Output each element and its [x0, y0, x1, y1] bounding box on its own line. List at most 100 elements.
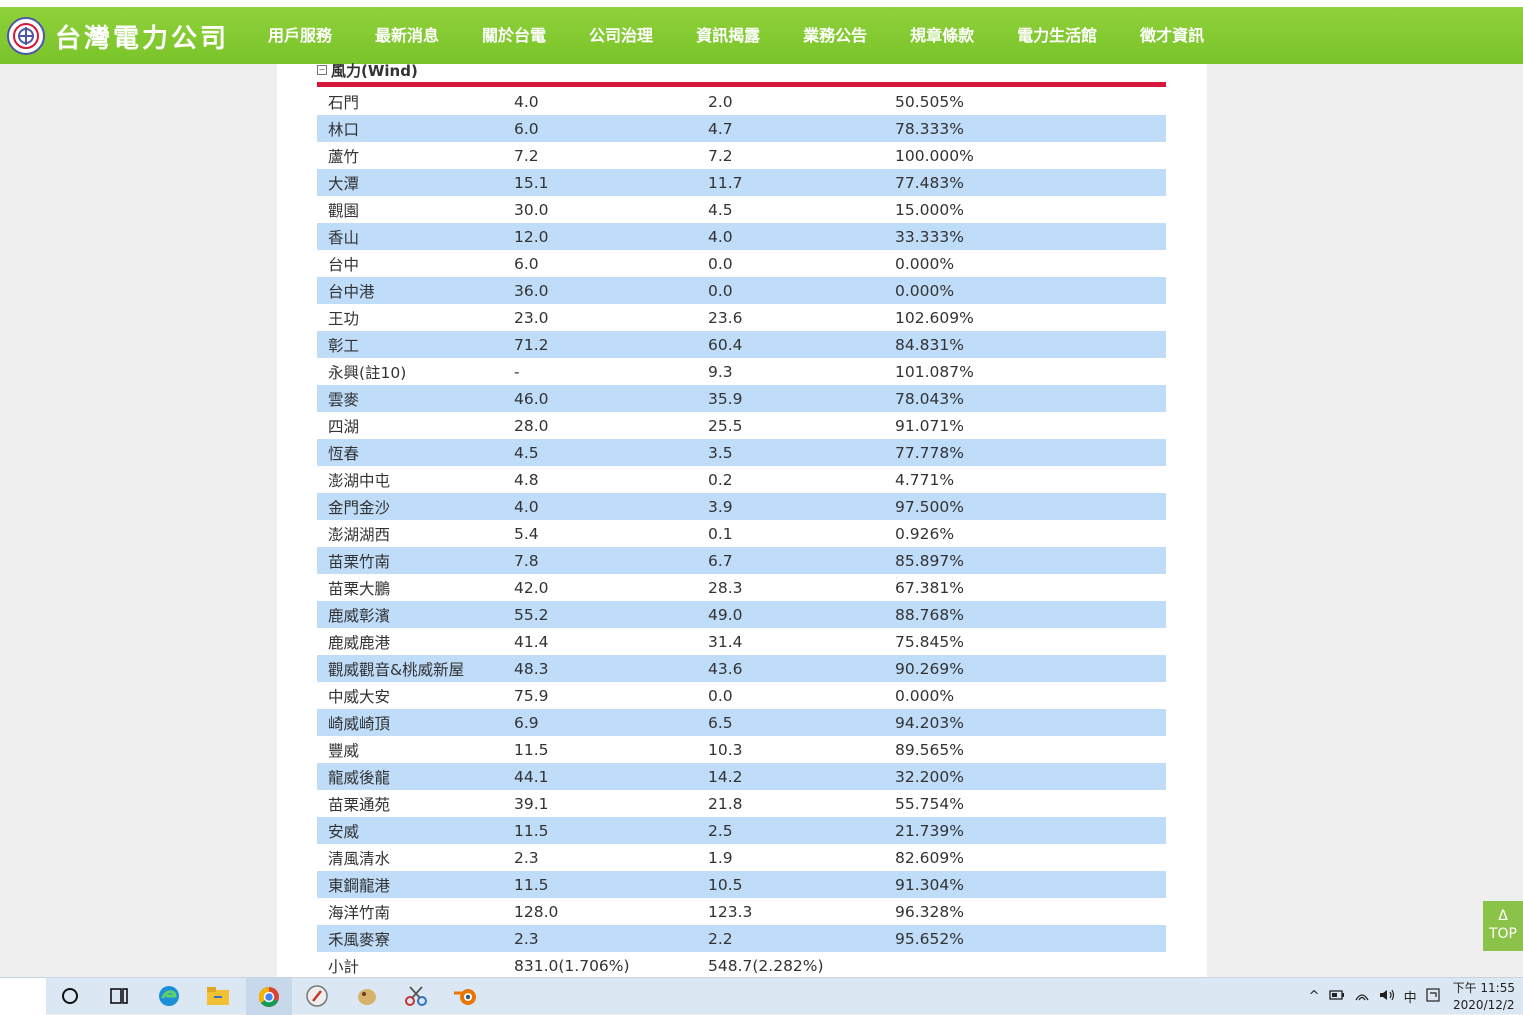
table-row: 大潭 15.1 11.7 77.483% [317, 169, 1166, 196]
site-logo[interactable]: 台灣電力公司 [7, 15, 229, 57]
taipower-emblem-icon [7, 17, 45, 55]
station-name-cell: 林口 [328, 120, 360, 139]
table-row: 澎湖中屯 4.8 0.2 4.771% [317, 466, 1166, 493]
nav-item-4[interactable]: 公司治理 [589, 7, 653, 64]
capacity-cell: 36.0 [514, 281, 549, 300]
ratio-cell: 88.768% [895, 605, 964, 624]
start-button[interactable] [0, 978, 46, 1015]
nav-item-6[interactable]: 業務公告 [803, 7, 867, 64]
generation-cell: 0.0 [708, 254, 733, 273]
capacity-cell: 128.0 [514, 902, 559, 921]
tray-chevron-icon[interactable]: ^ [1309, 989, 1320, 1004]
generation-cell: 49.0 [708, 605, 743, 624]
capacity-cell: 48.3 [514, 659, 549, 678]
generation-cell: 60.4 [708, 335, 743, 354]
generation-cell: 2.5 [708, 821, 733, 840]
table-row: 觀園 30.0 4.5 15.000% [317, 196, 1166, 223]
generation-cell: 4.0 [708, 227, 733, 246]
capacity-cell: 4.0 [514, 497, 539, 516]
table-row: 台中 6.0 0.0 0.000% [317, 250, 1166, 277]
capacity-cell: 75.9 [514, 686, 549, 705]
capacity-cell: 4.8 [514, 470, 539, 489]
capacity-cell: 46.0 [514, 389, 549, 408]
clock[interactable]: 下午 11:55 2020/12/2 [1453, 980, 1515, 1014]
capacity-cell: 55.2 [514, 605, 549, 624]
station-name-cell: 清風清水 [328, 849, 391, 868]
scissors-app-icon[interactable] [404, 984, 428, 1008]
station-name-cell: 石門 [328, 93, 360, 112]
station-name-cell: 豐威 [328, 741, 360, 760]
table-row: 蘆竹 7.2 7.2 100.000% [317, 142, 1166, 169]
ratio-cell: 55.754% [895, 794, 964, 813]
blender-icon[interactable] [453, 984, 477, 1008]
capacity-cell: 15.1 [514, 173, 549, 192]
capacity-cell: 4.5 [514, 443, 539, 462]
table-row: 雲麥 46.0 35.9 78.043% [317, 385, 1166, 412]
capacity-cell: 7.2 [514, 146, 539, 165]
station-name-cell: 彰工 [328, 336, 360, 355]
section-header-wind[interactable]: − 風力(Wind) [317, 60, 418, 80]
ratio-cell: 50.505% [895, 92, 964, 111]
capacity-cell: 71.2 [514, 335, 549, 354]
input-mode-icon[interactable] [1425, 987, 1440, 1006]
chrome-icon[interactable] [246, 978, 292, 1015]
table-row: 清風清水 2.3 1.9 82.609% [317, 844, 1166, 871]
table-row: 四湖 28.0 25.5 91.071% [317, 412, 1166, 439]
nav-item-8[interactable]: 電力生活館 [1017, 7, 1097, 64]
station-name-cell: 金門金沙 [328, 498, 391, 517]
nav-item-5[interactable]: 資訊揭露 [696, 7, 760, 73]
ratio-cell: 0.000% [895, 281, 955, 300]
generation-cell: 14.2 [708, 767, 743, 786]
nav-item-3[interactable]: 關於台電 [482, 7, 546, 64]
search-circle-icon[interactable] [58, 984, 82, 1008]
wifi-icon[interactable] [1354, 988, 1370, 1006]
generation-cell: 0.0 [708, 686, 733, 705]
nav-item-7[interactable]: 規章條款 [910, 7, 974, 64]
table-row: 苗栗通苑 39.1 21.8 55.754% [317, 790, 1166, 817]
generation-cell: 31.4 [708, 632, 743, 651]
bird-app-icon[interactable] [355, 984, 379, 1008]
back-to-top-label: TOP [1488, 926, 1517, 942]
collapse-icon[interactable]: − [317, 65, 327, 75]
table-row: 永興(註10) - 9.3 101.087% [317, 358, 1166, 385]
station-name-cell: 苗栗大鵬 [328, 579, 391, 598]
ratio-cell: 32.200% [895, 767, 964, 786]
nav-item-2[interactable]: 最新消息 [375, 7, 439, 64]
file-explorer-icon[interactable] [206, 984, 230, 1008]
clock-time: 下午 11:55 [1452, 980, 1515, 995]
ratio-cell: 75.845% [895, 632, 964, 651]
station-name-cell: 雲麥 [328, 390, 360, 409]
nav-item-1[interactable]: 用戶服務 [268, 7, 332, 64]
generation-cell: 28.3 [708, 578, 743, 597]
main-nav: 用戶服務 最新消息 關於台電 公司治理 資訊揭露 業務公告 規章條款 電力生活館 徵才資訊 [268, 7, 1247, 73]
generation-cell: 3.5 [708, 443, 733, 462]
content-panel: − 風力(Wind) 石門 4.0 2.0 50.505% 林口 6.0 4.7 78.333… [277, 62, 1207, 977]
table-row: 禾風麥寮 2.3 2.2 95.652% [317, 925, 1166, 952]
table-row: 東鋼龍港 11.5 10.5 91.304% [317, 871, 1166, 898]
compass-app-icon[interactable] [305, 984, 329, 1008]
capacity-cell: 6.0 [514, 254, 539, 273]
generation-cell: 9.3 [708, 362, 733, 381]
table-row: 彰工 71.2 60.4 84.831% [317, 331, 1166, 358]
generation-cell: 4.7 [708, 119, 733, 138]
ratio-cell: 96.328% [895, 902, 964, 921]
ratio-cell: 85.897% [895, 551, 964, 570]
back-to-top-button[interactable]: Δ TOP [1483, 901, 1523, 951]
capacity-cell: 6.9 [514, 713, 539, 732]
station-name-cell: 香山 [328, 228, 360, 247]
station-name-cell: 恆春 [328, 444, 360, 463]
table-row: 香山 12.0 4.0 33.333% [317, 223, 1166, 250]
generation-cell: 43.6 [708, 659, 743, 678]
generation-cell: 0.2 [708, 470, 733, 489]
station-name-cell: 台中 [328, 255, 360, 274]
battery-icon[interactable] [1328, 989, 1345, 1005]
edge-icon[interactable] [157, 984, 181, 1008]
task-view-icon[interactable] [107, 984, 131, 1008]
ratio-cell: 33.333% [895, 227, 964, 246]
ime-indicator[interactable]: 中 [1404, 987, 1417, 1006]
nav-item-9[interactable]: 徵才資訊 [1140, 7, 1204, 64]
windows-taskbar: ^ 中 下午 11:55 2020/12/2 [0, 977, 1523, 1015]
volume-icon[interactable] [1379, 988, 1395, 1006]
ratio-cell: 91.304% [895, 875, 964, 894]
station-name-cell: 永興(註10) [328, 363, 407, 382]
